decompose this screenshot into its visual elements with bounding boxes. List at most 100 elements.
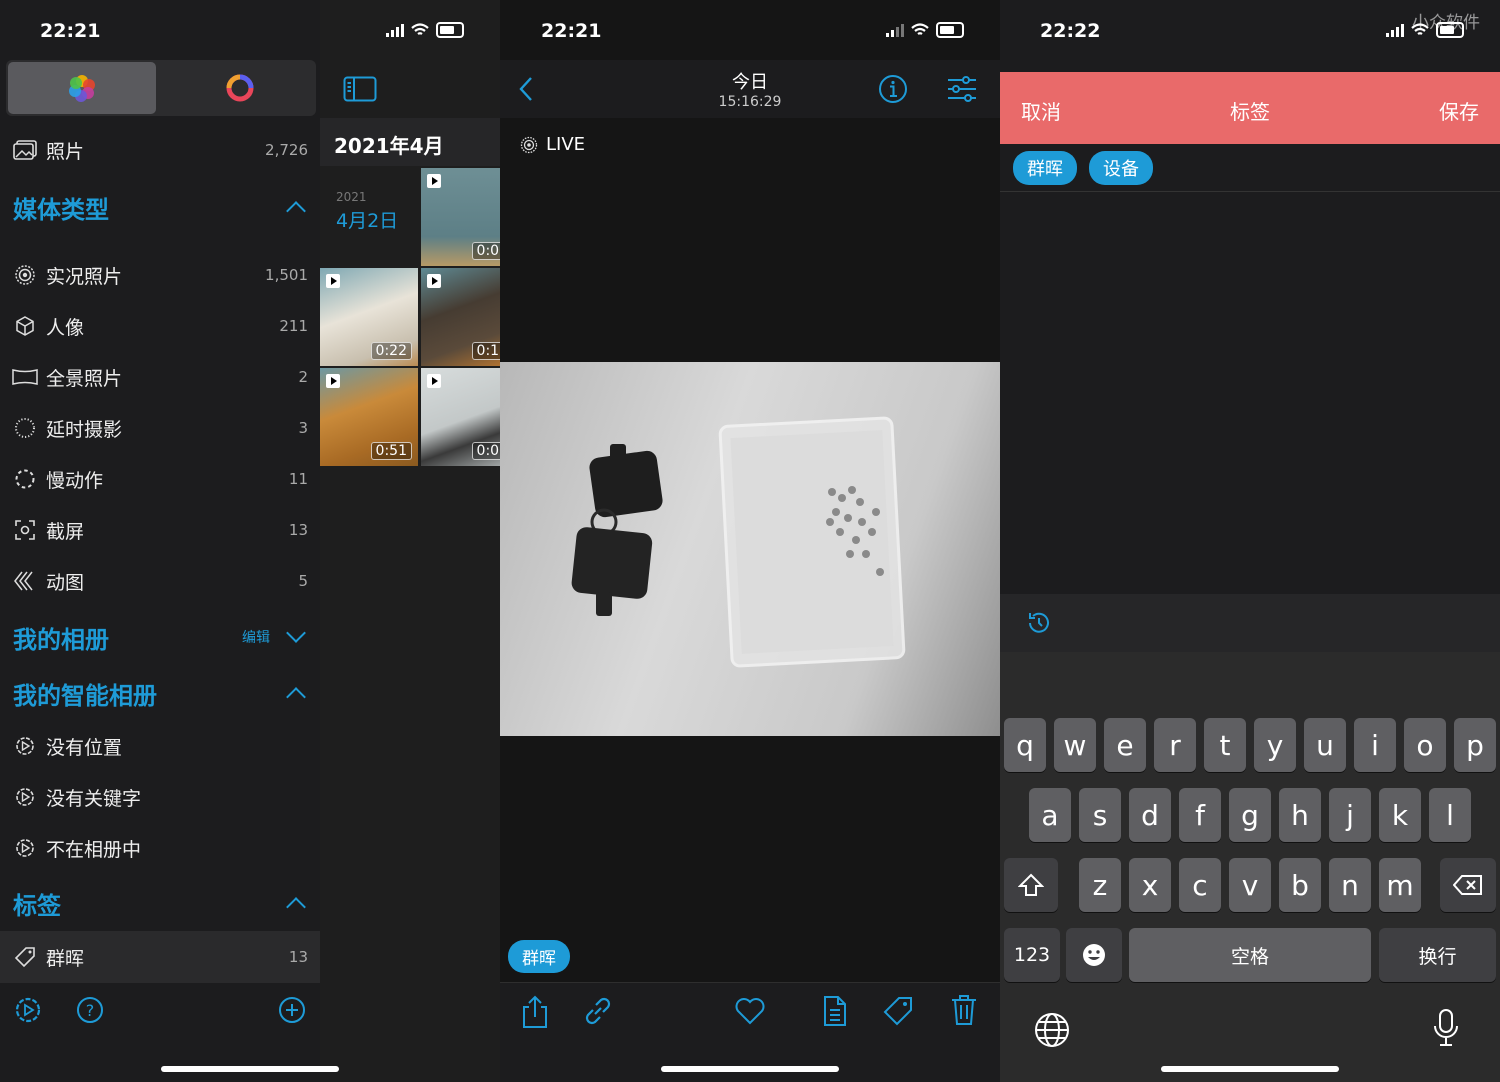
screenshot-icon: [12, 519, 38, 541]
sidebar-item-panorama[interactable]: 全景照片 2: [0, 357, 320, 397]
key-a[interactable]: a: [1029, 788, 1071, 842]
video-thumbnail[interactable]: 0:51: [320, 368, 418, 466]
smart-album-gear-icon: [12, 786, 38, 808]
tag-chip[interactable]: 设备: [1089, 151, 1153, 185]
key-f[interactable]: f: [1179, 788, 1221, 842]
numbers-key[interactable]: 123: [1004, 928, 1060, 982]
photos-source-button[interactable]: [8, 62, 156, 114]
trash-icon[interactable]: [950, 993, 978, 1027]
sidebar-item-slowmo[interactable]: 慢动作 11: [0, 459, 320, 499]
section-tags[interactable]: 标签: [13, 886, 61, 921]
smart-album-gear-icon: [12, 735, 38, 757]
key-n[interactable]: n: [1329, 858, 1371, 912]
chevron-up-icon[interactable]: [286, 201, 306, 221]
section-media-types[interactable]: 媒体类型: [13, 190, 109, 225]
link-icon[interactable]: [582, 995, 614, 1027]
help-icon[interactable]: ?: [76, 996, 104, 1024]
microphone-icon[interactable]: [1432, 1008, 1460, 1048]
wifi-icon: [911, 23, 929, 35]
sidebar-item-photos[interactable]: 照片 2,726: [0, 130, 320, 170]
key-u[interactable]: u: [1304, 718, 1346, 772]
video-thumbnail[interactable]: 0:10: [421, 268, 500, 366]
delete-key[interactable]: [1440, 858, 1496, 912]
info-icon[interactable]: [878, 74, 908, 104]
key-s[interactable]: s: [1079, 788, 1121, 842]
sidebar-item-timelapse[interactable]: 延时摄影 3: [0, 408, 320, 448]
sidebar-item-portrait[interactable]: 人像 211: [0, 306, 320, 346]
key-e[interactable]: e: [1104, 718, 1146, 772]
sidebar-item-live[interactable]: 实况照片 1,501: [0, 255, 320, 295]
live-badge[interactable]: LIVE: [546, 134, 585, 155]
adjust-sliders-icon[interactable]: [946, 75, 978, 103]
history-icon[interactable]: [1026, 610, 1052, 636]
albums-edit-button[interactable]: 编辑: [242, 627, 270, 647]
sidebar-toggle-icon[interactable]: [343, 76, 377, 102]
sidebar-item-animated[interactable]: 动图 5: [0, 561, 320, 601]
video-duration: 0:09: [471, 442, 500, 460]
section-smart-albums[interactable]: 我的智能相册: [13, 676, 157, 711]
chevron-up-icon[interactable]: [286, 687, 306, 707]
home-indicator: [1161, 1066, 1339, 1072]
key-t[interactable]: t: [1204, 718, 1246, 772]
space-key[interactable]: 空格: [1129, 928, 1371, 982]
key-m[interactable]: m: [1379, 858, 1421, 912]
tag-chip[interactable]: 群晖: [1013, 151, 1077, 185]
status-icons: [886, 22, 964, 38]
emoji-key[interactable]: [1066, 928, 1122, 982]
sidebar-item-not-in-album[interactable]: 不在相册中: [0, 828, 320, 868]
sidebar-item-label: 不在相册中: [46, 838, 142, 861]
month-title: 2021年4月: [334, 134, 444, 158]
sidebar-item-screenshots[interactable]: 截屏 13: [0, 510, 320, 550]
key-l[interactable]: l: [1429, 788, 1471, 842]
key-k[interactable]: k: [1379, 788, 1421, 842]
add-icon[interactable]: [278, 996, 306, 1024]
key-w[interactable]: w: [1054, 718, 1096, 772]
photo-image[interactable]: [500, 362, 1000, 736]
heart-icon[interactable]: [734, 997, 766, 1025]
key-y[interactable]: y: [1254, 718, 1296, 772]
key-b[interactable]: b: [1279, 858, 1321, 912]
key-d[interactable]: d: [1129, 788, 1171, 842]
settings-gear-icon[interactable]: [14, 996, 42, 1024]
tag-icon[interactable]: [882, 995, 914, 1027]
day-year: 2021: [336, 190, 367, 204]
sidebar-item-tag[interactable]: 群晖 13: [0, 931, 320, 983]
section-my-albums[interactable]: 我的相册: [13, 620, 109, 655]
video-thumbnail[interactable]: 0:22: [320, 268, 418, 366]
key-x[interactable]: x: [1129, 858, 1171, 912]
photo-viewer-panel: 22:21 今日 15:16:29 LIVE 群晖: [500, 0, 1000, 1082]
key-h[interactable]: h: [1279, 788, 1321, 842]
share-icon[interactable]: [520, 995, 550, 1029]
shift-key[interactable]: [1004, 858, 1058, 912]
sidebar-item-no-location[interactable]: 没有位置: [0, 726, 320, 766]
key-v[interactable]: v: [1229, 858, 1271, 912]
key-c[interactable]: c: [1179, 858, 1221, 912]
save-button[interactable]: 保存: [1439, 96, 1479, 125]
key-z[interactable]: z: [1079, 858, 1121, 912]
cellular-signal-icon: [386, 23, 404, 37]
key-p[interactable]: p: [1454, 718, 1496, 772]
wifi-icon: [411, 23, 429, 35]
sidebar-item-count: 11: [288, 470, 308, 488]
key-o[interactable]: o: [1404, 718, 1446, 772]
sidebar-item-no-keyword[interactable]: 没有关键字: [0, 777, 320, 817]
battery-icon: [936, 22, 964, 38]
sidebar-item-label: 全景照片: [46, 367, 123, 390]
live-photo-icon: [12, 264, 38, 286]
chevron-down-icon[interactable]: [286, 623, 306, 643]
sidebar-item-label: 没有位置: [46, 736, 123, 759]
circle-source-button[interactable]: [166, 62, 314, 114]
key-i[interactable]: i: [1354, 718, 1396, 772]
globe-icon[interactable]: [1034, 1012, 1070, 1048]
key-g[interactable]: g: [1229, 788, 1271, 842]
document-icon[interactable]: [822, 995, 848, 1027]
key-r[interactable]: r: [1154, 718, 1196, 772]
key-q[interactable]: q: [1004, 718, 1046, 772]
photo-tag-chip[interactable]: 群晖: [508, 940, 570, 973]
key-j[interactable]: j: [1329, 788, 1371, 842]
return-key[interactable]: 换行: [1379, 928, 1496, 982]
day-title: 4月2日: [336, 210, 399, 232]
chevron-up-icon[interactable]: [286, 897, 306, 917]
video-thumbnail[interactable]: 0:09: [421, 168, 500, 266]
video-thumbnail[interactable]: 0:09: [421, 368, 500, 466]
